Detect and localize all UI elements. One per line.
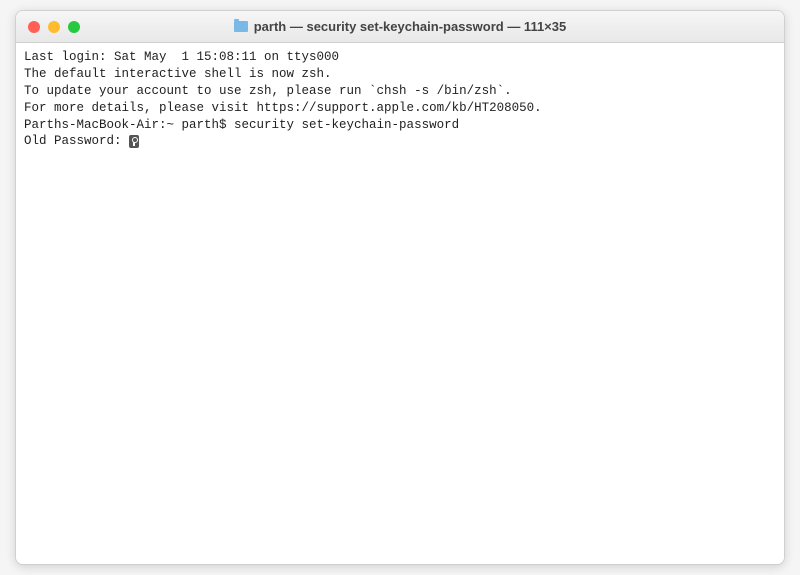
- minimize-button[interactable]: [48, 21, 60, 33]
- terminal-window: parth — security set-keychain-password —…: [15, 10, 785, 565]
- folder-icon: [234, 21, 248, 32]
- terminal-line: To update your account to use zsh, pleas…: [24, 83, 776, 100]
- old-password-label: Old Password:: [24, 134, 129, 148]
- terminal-line: The default interactive shell is now zsh…: [24, 66, 776, 83]
- window-title-text: parth — security set-keychain-password —…: [254, 19, 567, 34]
- terminal-line: For more details, please visit https://s…: [24, 100, 776, 117]
- close-button[interactable]: [28, 21, 40, 33]
- terminal-password-prompt: Old Password:: [24, 133, 776, 150]
- terminal-line: Last login: Sat May 1 15:08:11 on ttys00…: [24, 49, 776, 66]
- terminal-prompt-line: Parths-MacBook-Air:~ parth$ security set…: [24, 117, 776, 134]
- title-bar[interactable]: parth — security set-keychain-password —…: [16, 11, 784, 43]
- key-icon: [129, 135, 139, 148]
- window-title: parth — security set-keychain-password —…: [26, 19, 774, 34]
- traffic-lights: [28, 21, 80, 33]
- maximize-button[interactable]: [68, 21, 80, 33]
- terminal-body[interactable]: Last login: Sat May 1 15:08:11 on ttys00…: [16, 43, 784, 564]
